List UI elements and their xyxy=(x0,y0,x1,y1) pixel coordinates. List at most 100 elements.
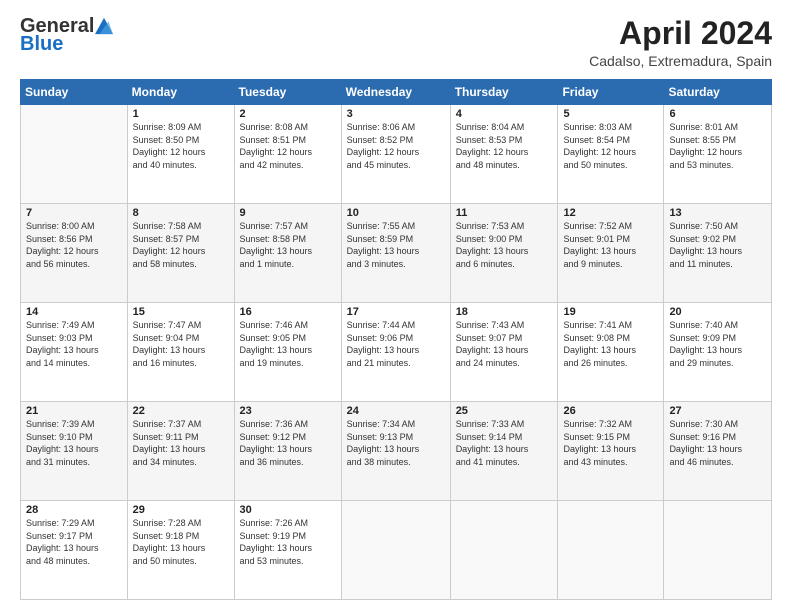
day-cell xyxy=(558,501,664,600)
day-cell: 29Sunrise: 7:28 AM Sunset: 9:18 PM Dayli… xyxy=(127,501,234,600)
day-cell: 7Sunrise: 8:00 AM Sunset: 8:56 PM Daylig… xyxy=(21,204,128,303)
day-cell: 13Sunrise: 7:50 AM Sunset: 9:02 PM Dayli… xyxy=(664,204,772,303)
day-number: 7 xyxy=(26,207,122,219)
day-cell: 10Sunrise: 7:55 AM Sunset: 8:59 PM Dayli… xyxy=(341,204,450,303)
week-row-1: 7Sunrise: 8:00 AM Sunset: 8:56 PM Daylig… xyxy=(21,204,772,303)
day-info: Sunrise: 7:44 AM Sunset: 9:06 PM Dayligh… xyxy=(347,319,445,369)
header-day-monday: Monday xyxy=(127,80,234,105)
header-day-wednesday: Wednesday xyxy=(341,80,450,105)
day-cell xyxy=(450,501,558,600)
header-day-sunday: Sunday xyxy=(21,80,128,105)
day-info: Sunrise: 7:57 AM Sunset: 8:58 PM Dayligh… xyxy=(240,220,336,270)
day-number: 30 xyxy=(240,504,336,516)
day-info: Sunrise: 7:46 AM Sunset: 9:05 PM Dayligh… xyxy=(240,319,336,369)
day-info: Sunrise: 7:49 AM Sunset: 9:03 PM Dayligh… xyxy=(26,319,122,369)
day-info: Sunrise: 7:37 AM Sunset: 9:11 PM Dayligh… xyxy=(133,418,229,468)
day-number: 21 xyxy=(26,405,122,417)
calendar-table: SundayMondayTuesdayWednesdayThursdayFrid… xyxy=(20,79,772,600)
day-number: 22 xyxy=(133,405,229,417)
day-cell: 15Sunrise: 7:47 AM Sunset: 9:04 PM Dayli… xyxy=(127,303,234,402)
page: General Blue April 2024 Cadalso, Extrema… xyxy=(0,0,792,612)
day-info: Sunrise: 7:47 AM Sunset: 9:04 PM Dayligh… xyxy=(133,319,229,369)
day-info: Sunrise: 7:50 AM Sunset: 9:02 PM Dayligh… xyxy=(669,220,766,270)
day-number: 5 xyxy=(563,108,658,120)
day-cell xyxy=(341,501,450,600)
day-info: Sunrise: 7:28 AM Sunset: 9:18 PM Dayligh… xyxy=(133,517,229,567)
day-cell: 8Sunrise: 7:58 AM Sunset: 8:57 PM Daylig… xyxy=(127,204,234,303)
day-info: Sunrise: 7:29 AM Sunset: 9:17 PM Dayligh… xyxy=(26,517,122,567)
day-cell: 16Sunrise: 7:46 AM Sunset: 9:05 PM Dayli… xyxy=(234,303,341,402)
day-number: 16 xyxy=(240,306,336,318)
logo-blue-text: Blue xyxy=(20,33,63,55)
day-cell: 26Sunrise: 7:32 AM Sunset: 9:15 PM Dayli… xyxy=(558,402,664,501)
day-number: 23 xyxy=(240,405,336,417)
week-row-0: 1Sunrise: 8:09 AM Sunset: 8:50 PM Daylig… xyxy=(21,105,772,204)
day-number: 14 xyxy=(26,306,122,318)
day-cell: 22Sunrise: 7:37 AM Sunset: 9:11 PM Dayli… xyxy=(127,402,234,501)
day-number: 25 xyxy=(456,405,553,417)
header-day-saturday: Saturday xyxy=(664,80,772,105)
day-info: Sunrise: 7:39 AM Sunset: 9:10 PM Dayligh… xyxy=(26,418,122,468)
day-info: Sunrise: 7:26 AM Sunset: 9:19 PM Dayligh… xyxy=(240,517,336,567)
day-cell xyxy=(21,105,128,204)
day-cell: 1Sunrise: 8:09 AM Sunset: 8:50 PM Daylig… xyxy=(127,105,234,204)
logo: General Blue xyxy=(20,16,113,54)
day-cell: 4Sunrise: 8:04 AM Sunset: 8:53 PM Daylig… xyxy=(450,105,558,204)
day-number: 27 xyxy=(669,405,766,417)
day-info: Sunrise: 8:03 AM Sunset: 8:54 PM Dayligh… xyxy=(563,121,658,171)
day-info: Sunrise: 7:34 AM Sunset: 9:13 PM Dayligh… xyxy=(347,418,445,468)
header-row: SundayMondayTuesdayWednesdayThursdayFrid… xyxy=(21,80,772,105)
title-section: April 2024 Cadalso, Extremadura, Spain xyxy=(589,16,772,69)
day-info: Sunrise: 8:06 AM Sunset: 8:52 PM Dayligh… xyxy=(347,121,445,171)
day-cell: 9Sunrise: 7:57 AM Sunset: 8:58 PM Daylig… xyxy=(234,204,341,303)
header-day-friday: Friday xyxy=(558,80,664,105)
day-cell: 25Sunrise: 7:33 AM Sunset: 9:14 PM Dayli… xyxy=(450,402,558,501)
day-number: 3 xyxy=(347,108,445,120)
header-day-thursday: Thursday xyxy=(450,80,558,105)
day-number: 11 xyxy=(456,207,553,219)
day-info: Sunrise: 7:52 AM Sunset: 9:01 PM Dayligh… xyxy=(563,220,658,270)
day-info: Sunrise: 8:00 AM Sunset: 8:56 PM Dayligh… xyxy=(26,220,122,270)
calendar-title: April 2024 xyxy=(589,16,772,51)
day-info: Sunrise: 7:40 AM Sunset: 9:09 PM Dayligh… xyxy=(669,319,766,369)
day-cell: 5Sunrise: 8:03 AM Sunset: 8:54 PM Daylig… xyxy=(558,105,664,204)
day-cell: 17Sunrise: 7:44 AM Sunset: 9:06 PM Dayli… xyxy=(341,303,450,402)
day-info: Sunrise: 8:04 AM Sunset: 8:53 PM Dayligh… xyxy=(456,121,553,171)
day-number: 28 xyxy=(26,504,122,516)
day-info: Sunrise: 8:08 AM Sunset: 8:51 PM Dayligh… xyxy=(240,121,336,171)
day-number: 26 xyxy=(563,405,658,417)
day-number: 6 xyxy=(669,108,766,120)
day-cell: 18Sunrise: 7:43 AM Sunset: 9:07 PM Dayli… xyxy=(450,303,558,402)
day-number: 24 xyxy=(347,405,445,417)
week-row-4: 28Sunrise: 7:29 AM Sunset: 9:17 PM Dayli… xyxy=(21,501,772,600)
week-row-2: 14Sunrise: 7:49 AM Sunset: 9:03 PM Dayli… xyxy=(21,303,772,402)
header-day-tuesday: Tuesday xyxy=(234,80,341,105)
day-info: Sunrise: 8:01 AM Sunset: 8:55 PM Dayligh… xyxy=(669,121,766,171)
day-number: 17 xyxy=(347,306,445,318)
day-info: Sunrise: 7:43 AM Sunset: 9:07 PM Dayligh… xyxy=(456,319,553,369)
day-info: Sunrise: 8:09 AM Sunset: 8:50 PM Dayligh… xyxy=(133,121,229,171)
day-number: 9 xyxy=(240,207,336,219)
day-info: Sunrise: 7:41 AM Sunset: 9:08 PM Dayligh… xyxy=(563,319,658,369)
logo-icon xyxy=(95,17,113,35)
day-number: 29 xyxy=(133,504,229,516)
day-cell: 28Sunrise: 7:29 AM Sunset: 9:17 PM Dayli… xyxy=(21,501,128,600)
day-number: 10 xyxy=(347,207,445,219)
day-cell: 30Sunrise: 7:26 AM Sunset: 9:19 PM Dayli… xyxy=(234,501,341,600)
day-info: Sunrise: 7:30 AM Sunset: 9:16 PM Dayligh… xyxy=(669,418,766,468)
day-number: 15 xyxy=(133,306,229,318)
day-cell: 12Sunrise: 7:52 AM Sunset: 9:01 PM Dayli… xyxy=(558,204,664,303)
day-cell: 21Sunrise: 7:39 AM Sunset: 9:10 PM Dayli… xyxy=(21,402,128,501)
day-cell: 6Sunrise: 8:01 AM Sunset: 8:55 PM Daylig… xyxy=(664,105,772,204)
day-info: Sunrise: 7:53 AM Sunset: 9:00 PM Dayligh… xyxy=(456,220,553,270)
day-info: Sunrise: 7:55 AM Sunset: 8:59 PM Dayligh… xyxy=(347,220,445,270)
day-number: 4 xyxy=(456,108,553,120)
day-number: 18 xyxy=(456,306,553,318)
day-cell: 24Sunrise: 7:34 AM Sunset: 9:13 PM Dayli… xyxy=(341,402,450,501)
day-cell: 23Sunrise: 7:36 AM Sunset: 9:12 PM Dayli… xyxy=(234,402,341,501)
day-number: 13 xyxy=(669,207,766,219)
day-cell: 2Sunrise: 8:08 AM Sunset: 8:51 PM Daylig… xyxy=(234,105,341,204)
day-info: Sunrise: 7:58 AM Sunset: 8:57 PM Dayligh… xyxy=(133,220,229,270)
day-cell xyxy=(664,501,772,600)
week-row-3: 21Sunrise: 7:39 AM Sunset: 9:10 PM Dayli… xyxy=(21,402,772,501)
